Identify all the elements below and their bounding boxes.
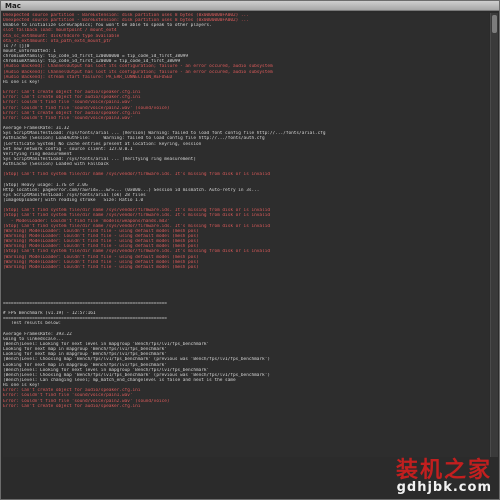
scrollbar-thumb[interactable] bbox=[492, 15, 497, 33]
terminal-window: Mac Unexpected source partition - BareEx… bbox=[0, 0, 500, 500]
vertical-scrollbar[interactable] bbox=[490, 13, 498, 457]
terminal-output[interactable]: Unexpected source partition - BareExtens… bbox=[3, 13, 489, 457]
title-bar[interactable]: Mac bbox=[1, 1, 499, 11]
watermark-logo: 装机之家 bbox=[395, 457, 492, 483]
watermark-url: gdhjbk.com bbox=[396, 480, 492, 495]
window-title: Mac bbox=[5, 2, 21, 10]
watermark: 装机之家 gdhjbk.com bbox=[352, 459, 492, 495]
